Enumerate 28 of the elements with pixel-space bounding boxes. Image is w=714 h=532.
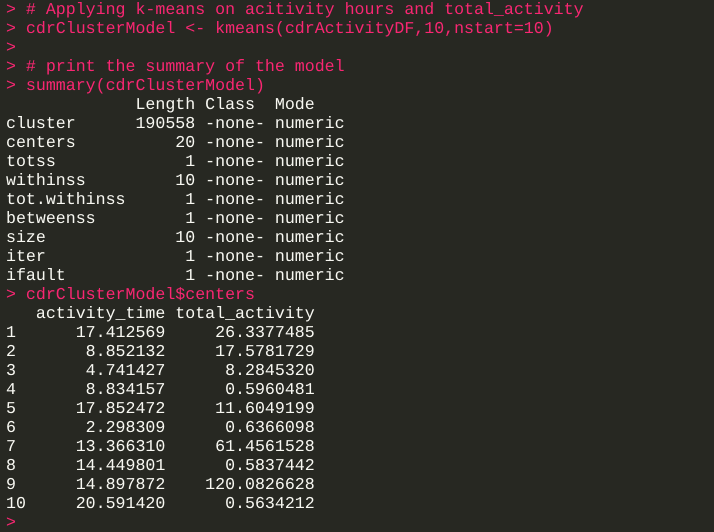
output-line: 5 17.852472 11.6049199: [6, 399, 315, 418]
command-line: > # Applying k-means on acitivity hours and total_activity: [6, 0, 584, 19]
command-line: >: [6, 38, 16, 57]
output-line: 3 4.741427 8.2845320: [6, 361, 315, 380]
output-line: 10 20.591420 0.5634212: [6, 494, 315, 513]
output-line: cluster 190558 -none- numeric: [6, 114, 345, 133]
command-line: > # print the summary of the model: [6, 57, 345, 76]
output-line: tot.withinss 1 -none- numeric: [6, 190, 345, 209]
output-line: iter 1 -none- numeric: [6, 247, 345, 266]
output-line: 4 8.834157 0.5960481: [6, 380, 315, 399]
output-line: Length Class Mode: [134, 95, 315, 114]
output-line: activity_time total_activity: [34, 304, 315, 323]
command-line: > cdrClusterModel <- kmeans(cdrActivityDF,10,nstart=10): [6, 19, 554, 38]
output-line: 9 14.897872 120.0826628: [6, 475, 315, 494]
output-line: betweenss 1 -none- numeric: [6, 209, 345, 228]
output-line: 6 2.298309 0.6366098: [6, 418, 315, 437]
output-line: centers 20 -none- numeric: [6, 133, 345, 152]
output-line: 1 17.412569 26.3377485: [6, 323, 315, 342]
output-line: withinss 10 -none- numeric: [6, 171, 345, 190]
command-line: > cdrClusterModel$centers: [6, 285, 255, 304]
output-line: 8 14.449801 0.5837442: [6, 456, 315, 475]
output-line: totss 1 -none- numeric: [6, 152, 345, 171]
output-line: 7 13.366310 61.4561528: [6, 437, 315, 456]
command-line: > summary(cdrClusterModel): [6, 76, 265, 95]
output-line: ifault 1 -none- numeric: [6, 266, 345, 285]
command-line: >: [6, 513, 16, 532]
output-line: size 10 -none- numeric: [6, 228, 345, 247]
output-line: 2 8.852132 17.5781729: [6, 342, 315, 361]
